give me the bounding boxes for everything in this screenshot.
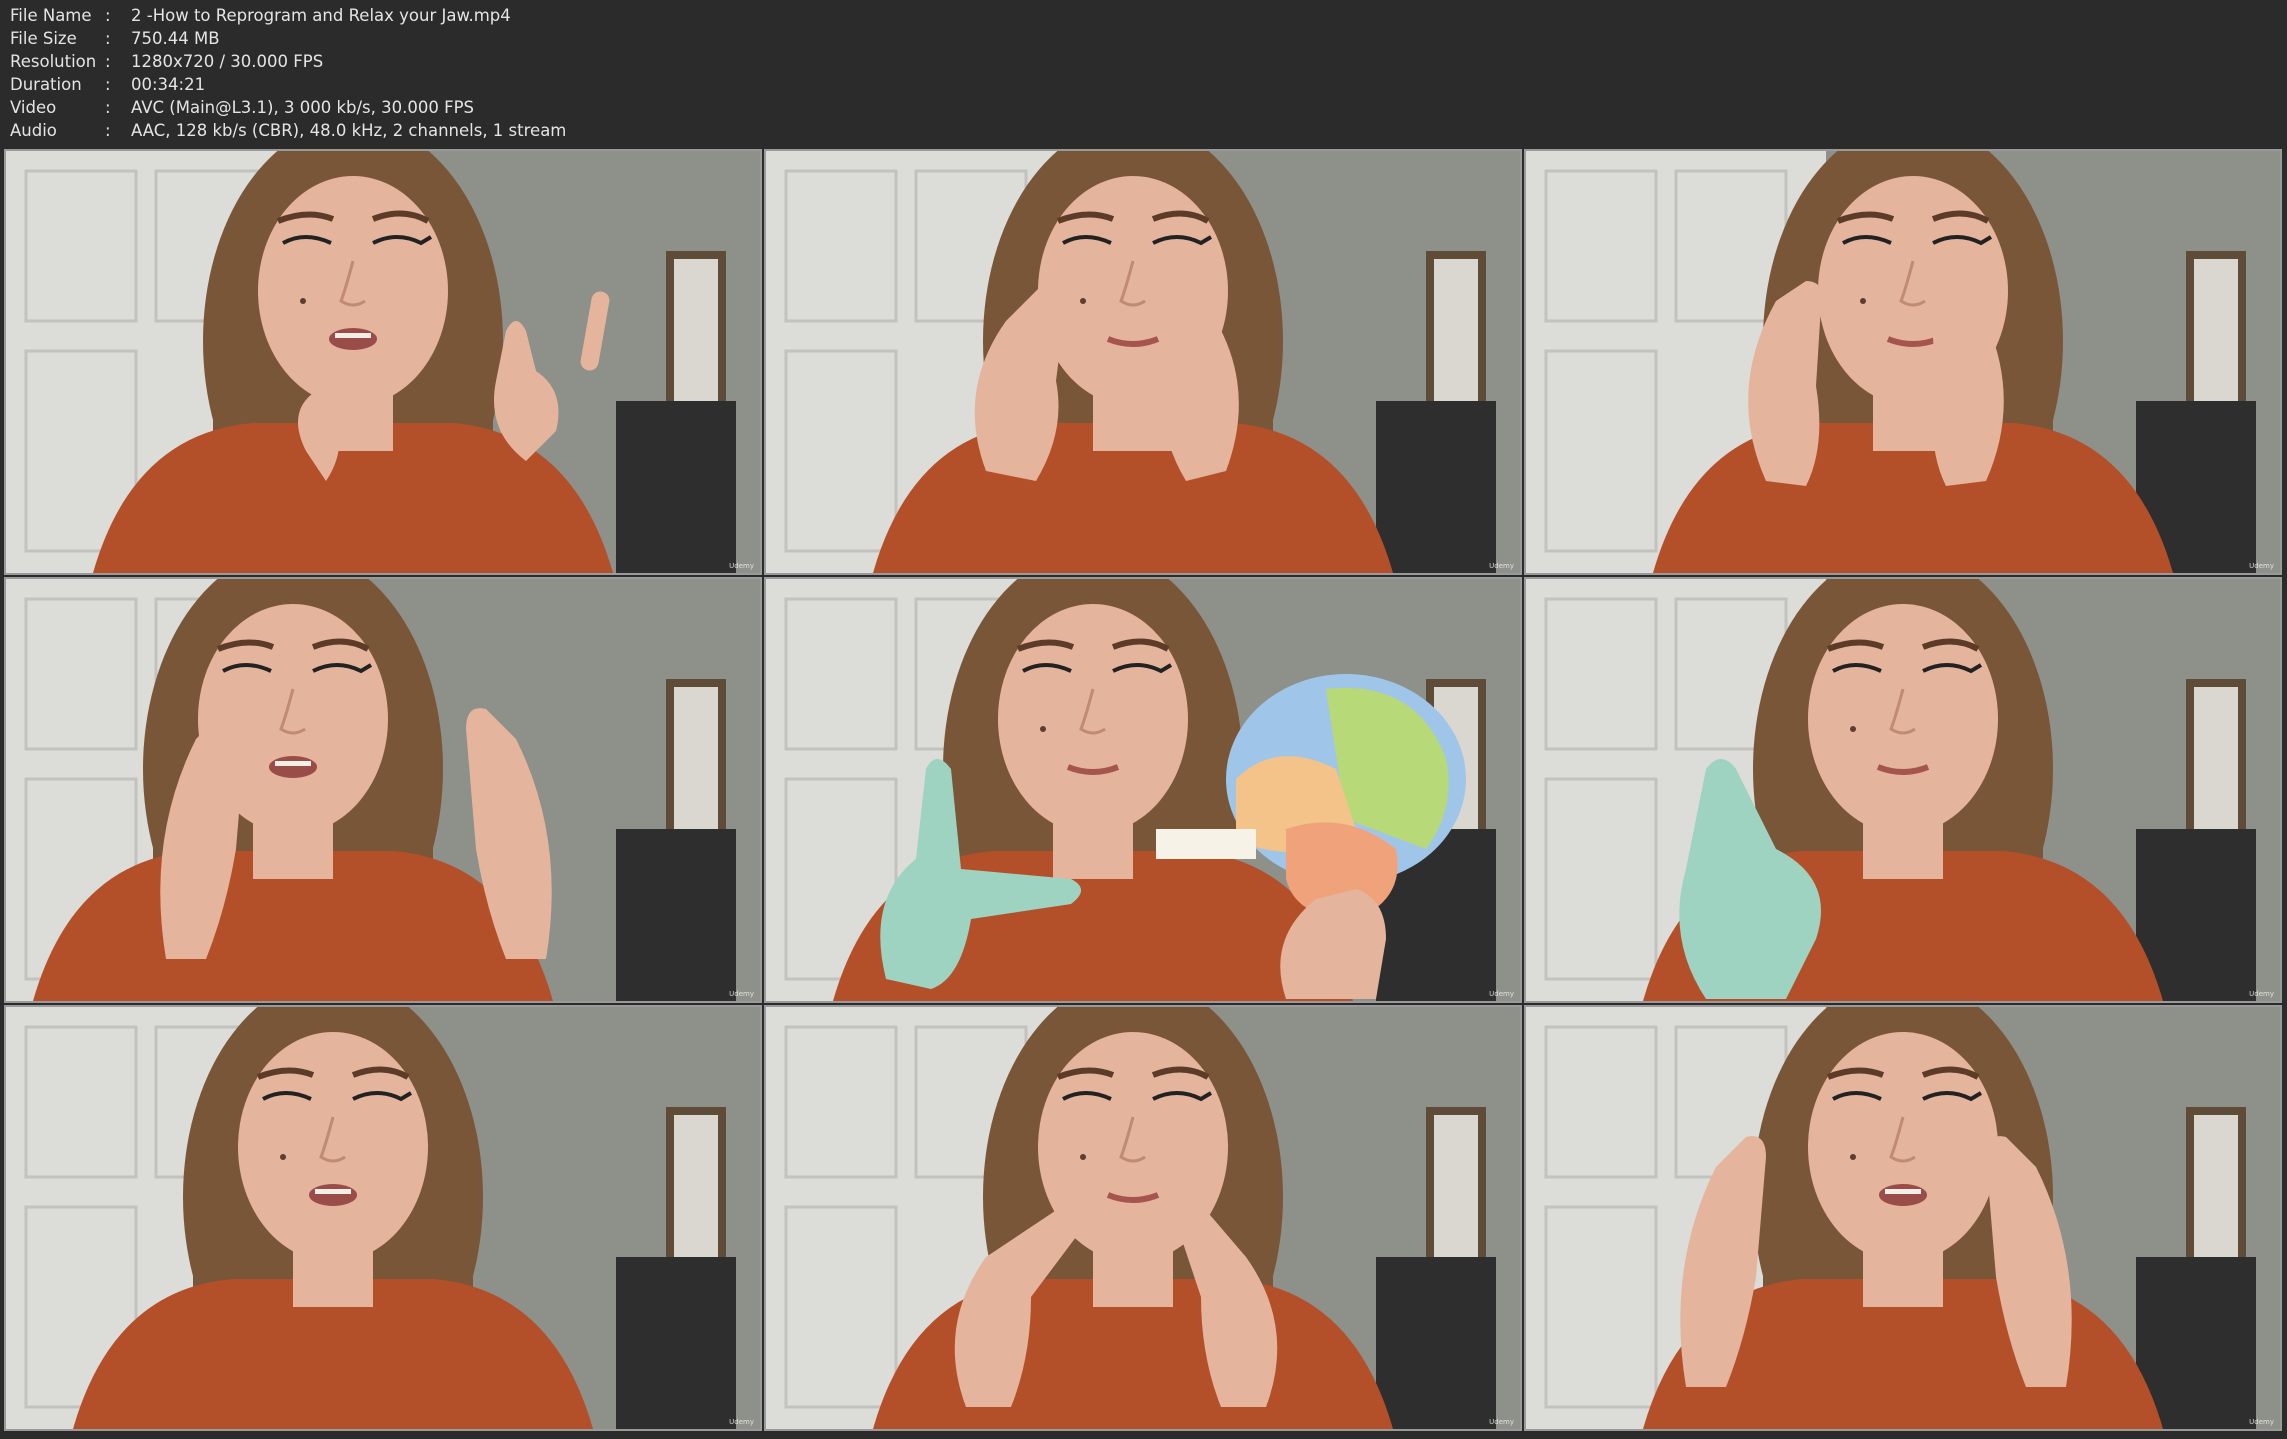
thumbnail-hands-on-cheeks: Udemy [764, 149, 1522, 575]
thumbnail-hands-on-temples: Udemy [4, 577, 762, 1003]
udemy-watermark: Udemy [2249, 990, 2274, 998]
udemy-watermark: Udemy [729, 1418, 754, 1426]
info-value: 1280x720 / 30.000 FPS [131, 52, 324, 71]
video-frame-image [1526, 151, 2280, 573]
info-separator: : [105, 52, 111, 71]
info-row: Duration: 00:34:21 [10, 73, 566, 96]
info-separator: : [105, 75, 111, 94]
info-separator: : [105, 121, 111, 140]
udemy-watermark: Udemy [729, 562, 754, 570]
udemy-watermark: Udemy [2249, 1418, 2274, 1426]
thumbnail-fingers-raised: Udemy [4, 149, 762, 575]
info-label: File Size [10, 29, 77, 48]
info-label: Video [10, 98, 57, 117]
info-label: File Name [10, 6, 92, 25]
thumbnail-skull-model-glove: Udemy [764, 577, 1522, 1003]
video-frame-image [1526, 579, 2280, 1001]
info-separator: : [105, 6, 111, 25]
info-row: File Name: 2 -How to Reprogram and Relax … [10, 4, 566, 27]
info-label: Audio [10, 121, 57, 140]
video-frame-image [6, 579, 760, 1001]
video-frame-image [6, 151, 760, 573]
info-value: AAC, 128 kb/s (CBR), 48.0 kHz, 2 channel… [131, 121, 567, 140]
info-value: 2 -How to Reprogram and Relax your Jaw.m… [131, 6, 511, 25]
thumbnail-glove-on-jaw: Udemy [1524, 577, 2282, 1003]
info-value: 00:34:21 [131, 75, 206, 94]
thumbnail-hands-on-jaw: Udemy [1524, 149, 2282, 575]
thumbnail-hands-on-temples-talking: Udemy [1524, 1005, 2282, 1431]
info-row: File Size: 750.44 MB [10, 27, 566, 50]
video-frame-image [766, 579, 1520, 1001]
udemy-watermark: Udemy [1489, 1418, 1514, 1426]
thumbnail-talking: Udemy [4, 1005, 762, 1431]
info-separator: : [105, 98, 111, 117]
thumbnail-fingers-on-nose: Udemy [764, 1005, 1522, 1431]
thumbnail-grid: Udemy Udemy Udemy Udemy Udemy Udemy Udem… [4, 149, 2282, 1433]
video-frame-image [6, 1007, 760, 1429]
thumbnail-sheet: File Name: 2 -How to Reprogram and Relax … [0, 0, 2287, 1439]
video-frame-image [766, 151, 1520, 573]
video-frame-image [1526, 1007, 2280, 1429]
info-row: Video: AVC (Main@L3.1), 3 000 kb/s, 30.00… [10, 96, 566, 119]
info-value: 750.44 MB [131, 29, 220, 48]
info-row: Audio: AAC, 128 kb/s (CBR), 48.0 kHz, 2 c… [10, 119, 566, 142]
media-info-panel: File Name: 2 -How to Reprogram and Relax … [10, 4, 566, 142]
udemy-watermark: Udemy [2249, 562, 2274, 570]
info-label: Duration [10, 75, 82, 94]
udemy-watermark: Udemy [1489, 990, 1514, 998]
video-frame-image [766, 1007, 1520, 1429]
info-value: AVC (Main@L3.1), 3 000 kb/s, 30.000 FPS [131, 98, 475, 117]
info-label: Resolution [10, 52, 97, 71]
udemy-watermark: Udemy [1489, 562, 1514, 570]
info-separator: : [105, 29, 111, 48]
info-row: Resolution: 1280x720 / 30.000 FPS [10, 50, 566, 73]
udemy-watermark: Udemy [729, 990, 754, 998]
